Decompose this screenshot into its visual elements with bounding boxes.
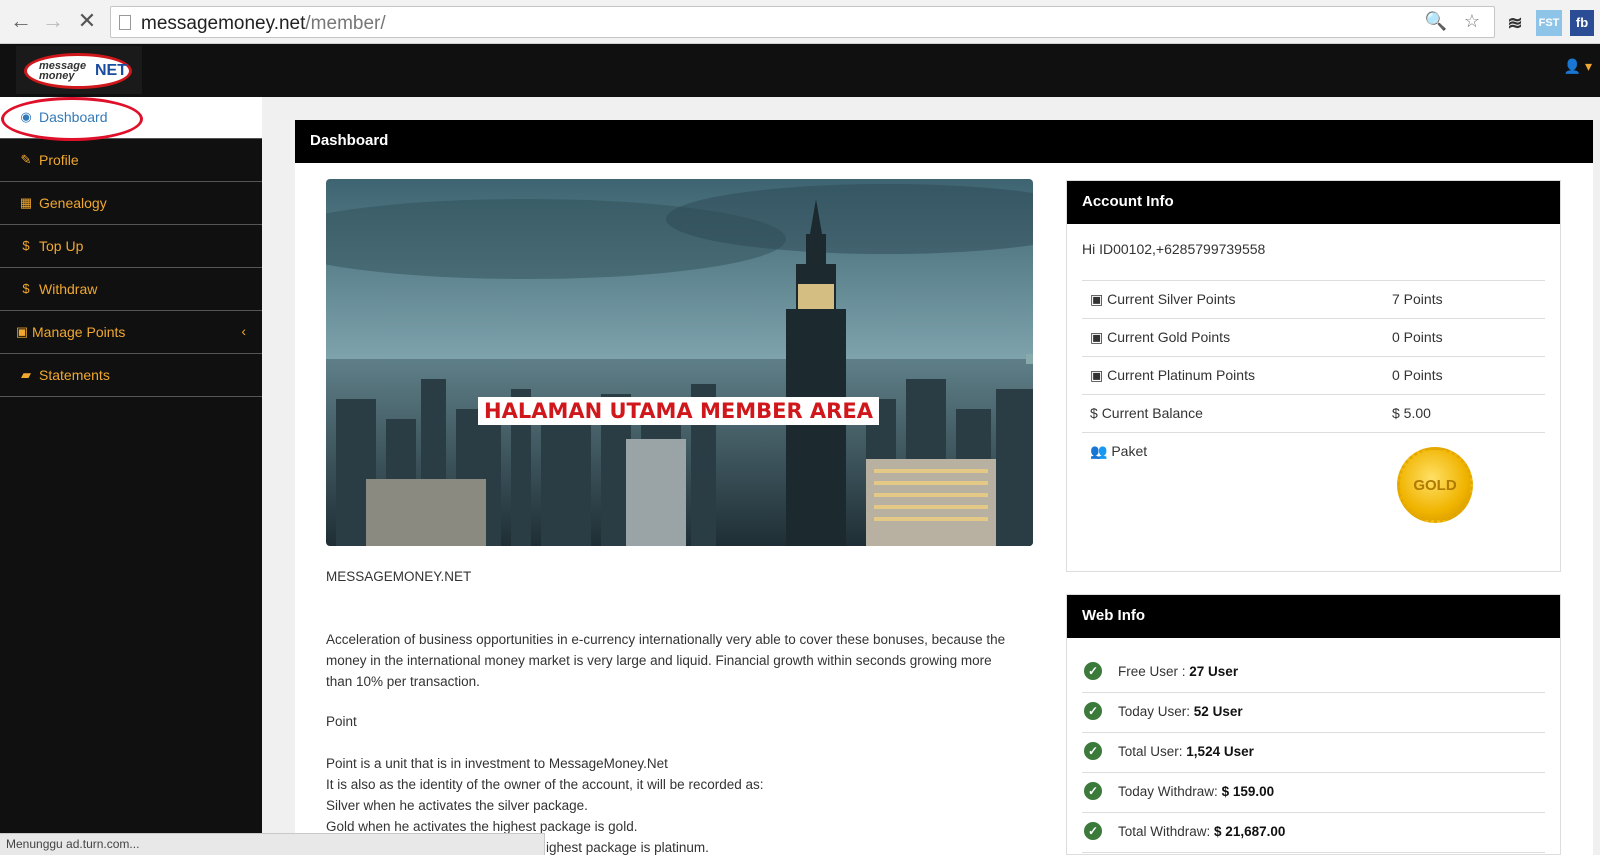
today-withdraw-row: ✓ Today Withdraw: $ 159.00: [1082, 773, 1545, 813]
fst-extension-icon[interactable]: FST: [1536, 10, 1562, 36]
silver-points-row: ▣ Current Silver Points 7 Points: [1082, 280, 1545, 318]
sidebar-item-profile[interactable]: ✎ Profile: [0, 140, 262, 182]
check-circle-icon: ✓: [1084, 662, 1102, 680]
free-user-row: ✓ Free User : 27 User: [1082, 653, 1545, 693]
gold-points-row: ▣ Current Gold Points 0 Points: [1082, 318, 1545, 356]
dollar-icon: $: [22, 238, 30, 253]
page-icon: [119, 15, 131, 30]
browser-status-bar: Menunggu ad.turn.com...: [0, 833, 545, 855]
dollar-icon: $: [1090, 405, 1102, 421]
site-name-text: MESSAGEMONEY.NET: [326, 569, 472, 584]
gift-icon: ▣: [1090, 367, 1108, 383]
layers-icon[interactable]: ≋: [1502, 10, 1528, 36]
address-bar-icons[interactable]: 🔍 ☆: [1424, 11, 1486, 32]
gold-package-badge: GOLD: [1397, 447, 1473, 523]
site-logo[interactable]: message money NET: [16, 46, 142, 94]
total-withdraw-row: ✓ Total Withdraw: $ 21,687.00: [1082, 813, 1545, 853]
user-menu-icon[interactable]: 👤 ▾: [1564, 58, 1592, 75]
sidebar-item-manage-points[interactable]: ▣ Manage Points ‹: [0, 312, 262, 354]
balance-row: $ Current Balance $ 5.00: [1082, 394, 1545, 432]
sidebar-item-label: Statements: [39, 367, 110, 383]
check-circle-icon: ✓: [1084, 742, 1102, 760]
check-circle-icon: ✓: [1084, 822, 1102, 840]
sidebar-item-label: Top Up: [39, 238, 84, 254]
sidebar-item-statements[interactable]: ▰ Statements: [0, 355, 262, 397]
dashboard-icon: ◉: [20, 109, 32, 124]
panel-title: Dashboard: [295, 120, 1593, 163]
top-navbar: message money NET 👤 ▾: [0, 44, 1600, 97]
sidebar-item-label: Profile: [39, 152, 79, 168]
point-line: Point is a unit that is in investment to…: [326, 756, 668, 771]
book-icon: ▰: [21, 367, 31, 382]
dollar-icon: $: [22, 281, 30, 296]
sidebar-item-label: Dashboard: [39, 109, 108, 125]
sidebar-item-label: Manage Points: [32, 324, 126, 340]
address-bar[interactable]: messagemoney.net/member/ 🔍 ☆: [110, 6, 1495, 38]
browser-toolbar: ← → ✕ messagemoney.net/member/ 🔍 ☆ ≋ FST…: [0, 0, 1600, 44]
sidebar-item-top-up[interactable]: $ Top Up: [0, 226, 262, 268]
city-skyline-image: [326, 179, 1033, 546]
sidebar-item-genealogy[interactable]: ▦ Genealogy: [0, 183, 262, 225]
sidebar-item-withdraw[interactable]: $ Withdraw: [0, 269, 262, 311]
check-circle-icon: ✓: [1084, 702, 1102, 720]
sidebar-item-dashboard[interactable]: ◉ Dashboard: [0, 97, 262, 139]
check-circle-icon: ✓: [1084, 782, 1102, 800]
platinum-points-row: ▣ Current Platinum Points 0 Points: [1082, 356, 1545, 394]
sidebar-item-label: Withdraw: [39, 281, 98, 297]
stop-icon[interactable]: ✕: [74, 8, 100, 34]
users-icon: 👥: [1090, 443, 1112, 459]
point-line: Silver when he activates the silver pack…: [326, 798, 588, 813]
today-user-row: ✓ Today User: 52 User: [1082, 693, 1545, 733]
point-line: It is also as the identity of the owner …: [326, 777, 764, 792]
hero-banner-text: HALAMAN UTAMA MEMBER AREA: [478, 397, 879, 425]
total-user-row: ✓ Total User: 1,524 User: [1082, 733, 1545, 773]
wrench-icon: ✎: [20, 152, 32, 167]
account-greeting: Hi ID00102,+6285799739558: [1082, 241, 1266, 257]
sidebar-item-label: Genealogy: [39, 195, 107, 211]
paket-row: 👥 Paket: [1082, 432, 1545, 542]
account-info-title: Account Info: [1067, 181, 1560, 224]
forward-icon[interactable]: →: [40, 8, 66, 34]
gift-icon: ▣: [1090, 291, 1108, 307]
chevron-left-icon: ‹: [241, 323, 246, 339]
back-icon[interactable]: ←: [8, 8, 34, 34]
gift-icon: ▣: [15, 324, 29, 339]
gift-icon: ▣: [1090, 329, 1108, 345]
point-heading: Point: [326, 714, 357, 729]
fb-extension-icon[interactable]: fb: [1570, 10, 1594, 36]
intro-paragraph: Acceleration of business opportunities i…: [326, 632, 1006, 689]
table-icon: ▦: [19, 195, 33, 210]
web-info-title: Web Info: [1067, 595, 1560, 638]
url-text[interactable]: messagemoney.net/member/: [141, 13, 386, 35]
